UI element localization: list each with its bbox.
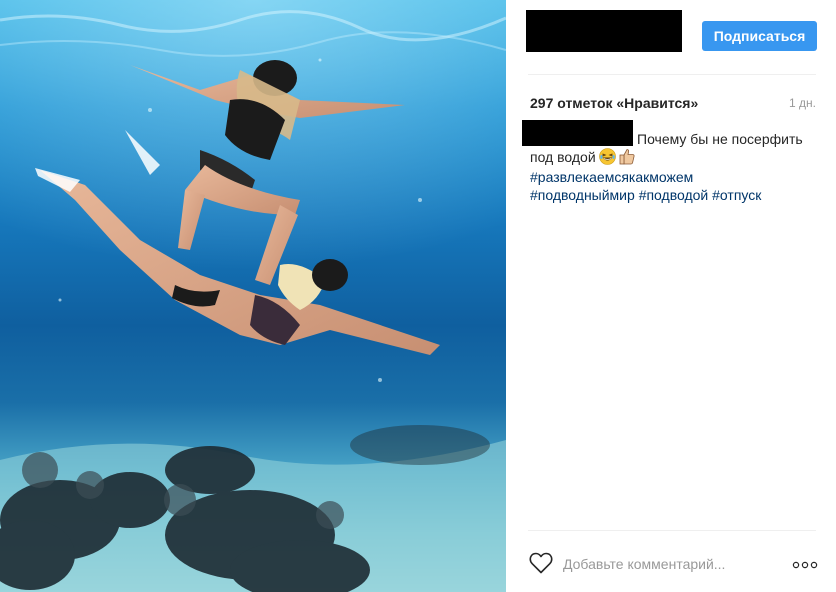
follow-button[interactable]: Подписаться [702,21,817,51]
post-photo[interactable] [0,0,506,592]
caption-line-1: Почему бы не посерфить [637,131,803,147]
hashtag-link[interactable]: #развлекаемсякакможем [530,169,693,185]
footer-divider [528,530,816,531]
username-redacted [526,10,682,52]
thumbs-up-icon [619,148,635,169]
post-time[interactable]: 1 дн. [789,96,816,110]
caption-line-2: под водой [530,149,596,165]
grinning-squinting-face-icon [598,148,616,169]
hashtag-link[interactable]: #подводой [639,187,709,203]
header-divider [528,74,816,75]
hashtag-link[interactable]: #подводныймир [530,187,635,203]
more-options-icon[interactable] [792,556,818,574]
instagram-post: Подписаться 297 отметок «Нравится» 1 дн.… [0,0,836,592]
hashtag-link[interactable]: #отпуск [712,187,761,203]
post-caption: Почему бы не посерфить под водой [530,130,820,169]
hashtag-list: #развлекаемсякакможем #подводныймир #под… [530,168,820,204]
like-heart-icon[interactable] [529,552,553,579]
underwater-photo-illustration [0,0,506,592]
comment-input[interactable] [563,553,783,575]
likes-count[interactable]: 297 отметок «Нравится» [530,95,698,111]
